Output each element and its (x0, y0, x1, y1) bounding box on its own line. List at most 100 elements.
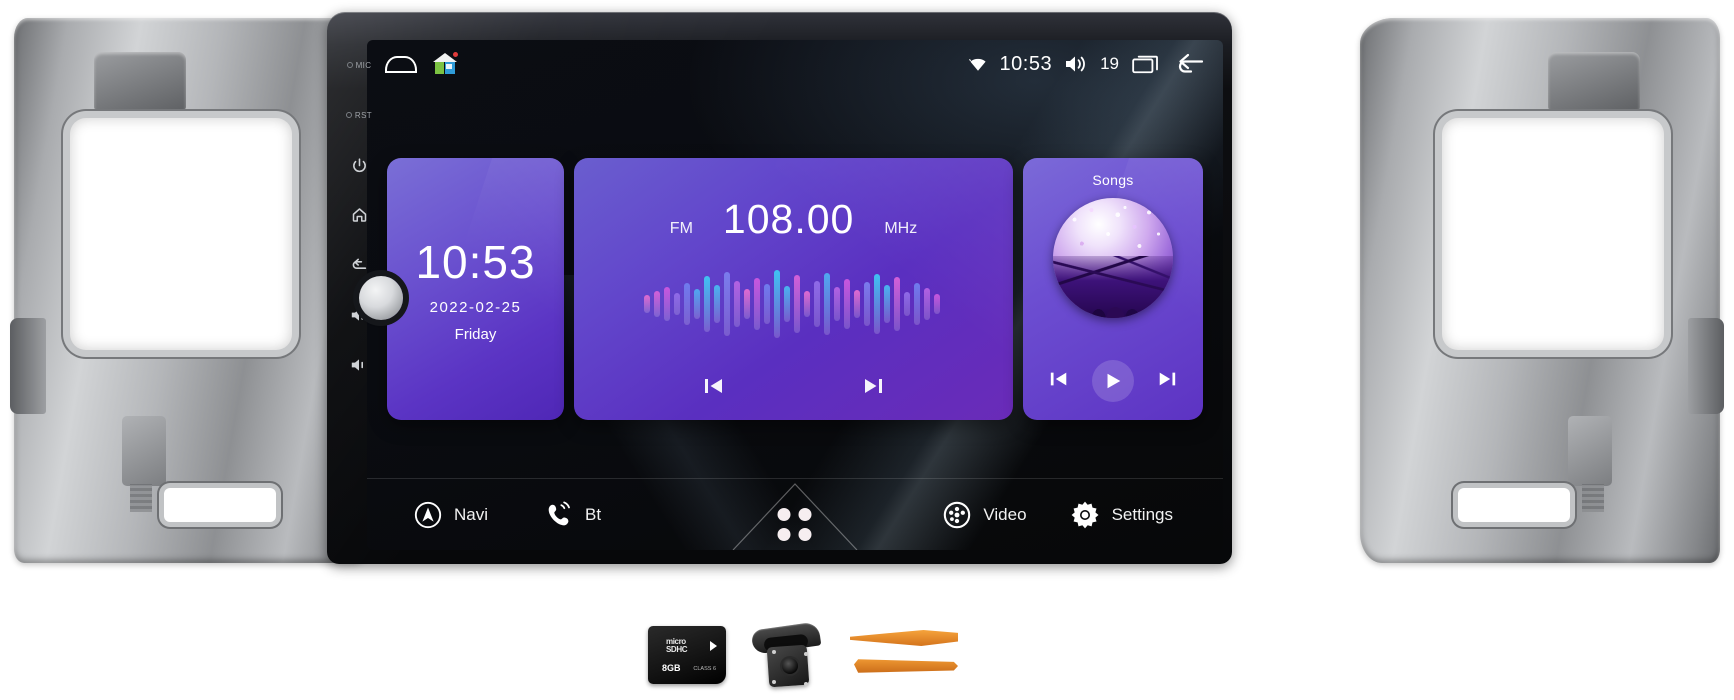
fascia-left-clip-bottom (122, 416, 166, 486)
fascia-right-vent-opening (1442, 118, 1664, 350)
skip-next-icon (1159, 372, 1176, 385)
bezel-mic-label: MIC (355, 60, 372, 70)
equalizer-bar (843, 279, 850, 329)
microsd-class: CLASS 6 (693, 666, 716, 672)
radio-widget[interactable]: FM 108.00 MHz (574, 158, 1013, 420)
recent-apps-icon[interactable] (1131, 53, 1161, 75)
bezel-key-home[interactable] (336, 190, 382, 240)
fascia-right-clip-top (1548, 52, 1640, 110)
equalizer-bar (893, 277, 900, 331)
play-icon (1107, 373, 1121, 389)
fascia-right-texture (1582, 484, 1604, 512)
bezel-key-volume-down[interactable] (336, 340, 382, 390)
equalizer-bar (693, 289, 700, 319)
fascia-right-slot-opening (1458, 488, 1570, 522)
equalizer-bar (653, 291, 660, 317)
fascia-left-clip-top (94, 52, 186, 110)
microsd-card: micro SDHC 8GB CLASS 6 (648, 626, 726, 684)
fascia-left-texture (130, 484, 152, 512)
equalizer-bar (913, 283, 920, 325)
home-trapezoid-icon[interactable] (385, 55, 417, 73)
app-drawer-button[interactable] (732, 478, 858, 550)
radio-frequency: 108.00 (722, 196, 855, 242)
bezel-key-reset[interactable]: RST (336, 90, 382, 140)
dock-item-settings[interactable]: Settings (1069, 499, 1173, 531)
home-icon (352, 208, 366, 222)
dock-item-navi[interactable]: Navi (413, 500, 488, 530)
mini-house-icon[interactable] (433, 52, 458, 75)
pry-tools (850, 628, 962, 684)
volume-icon[interactable] (1064, 54, 1088, 74)
skip-previous-icon (1050, 372, 1067, 385)
microsd-capacity: 8GB (662, 663, 681, 673)
equalizer-bar (703, 276, 710, 332)
status-time: 10:53 (999, 52, 1053, 75)
dock-item-video[interactable]: Video (942, 499, 1027, 531)
bezel-key-mic[interactable]: MIC (336, 40, 382, 90)
dock-label-bt: Bt (585, 504, 602, 524)
gear-icon (1071, 501, 1099, 528)
equalizer-bar (823, 273, 830, 335)
songs-prev-button[interactable] (1048, 369, 1070, 394)
equalizer-bar (773, 270, 780, 338)
bezel-reset-label: RST (354, 110, 373, 120)
equalizer-bar (763, 284, 770, 324)
film-reel-icon (944, 501, 971, 528)
power-icon (352, 157, 366, 172)
pry-tool-lower (854, 659, 958, 673)
equalizer-bar (723, 272, 730, 336)
equalizer-bar (803, 291, 810, 317)
reset-dot-icon (345, 112, 352, 118)
volume-knob[interactable] (359, 276, 403, 320)
app-drawer-dots-icon (777, 508, 813, 541)
radio-prev-button[interactable] (702, 375, 726, 402)
fascia-left-slot-opening (164, 488, 276, 522)
clock-widget[interactable]: 10:53 2022-02-25 Friday (387, 158, 564, 420)
equalizer-bar (873, 274, 880, 334)
equalizer-bar (783, 286, 790, 322)
bezel-key-power[interactable] (336, 140, 382, 190)
widget-row: 10:53 2022-02-25 Friday FM 108.00 MHz So… (367, 158, 1223, 420)
fascia-right-clip-bottom (1568, 416, 1612, 486)
radio-next-button[interactable] (861, 375, 885, 402)
dock-item-bt[interactable]: Bt (544, 500, 601, 530)
equalizer-bar (863, 282, 870, 326)
fascia-left-vent-opening (70, 118, 292, 350)
songs-widget-title: Songs (1092, 172, 1134, 188)
radio-equalizer (643, 258, 944, 350)
fascia-right-clip-side (1688, 318, 1724, 414)
equalizer-bar (663, 287, 670, 321)
microsd-arrow-icon (710, 641, 717, 651)
included-accessories: micro SDHC 8GB CLASS 6 (640, 620, 970, 692)
songs-play-button[interactable] (1092, 360, 1134, 402)
dash-fascia-right (1360, 18, 1724, 563)
back-arrow-icon[interactable] (1173, 53, 1205, 75)
compass-navigation-icon (414, 501, 442, 528)
phone-bluetooth-icon (548, 501, 570, 525)
fascia-left-clip-side (10, 318, 46, 414)
equalizer-bar (643, 295, 650, 313)
microsd-type-line: SDHC (666, 645, 688, 654)
equalizer-bar (903, 292, 910, 316)
back-arrow-icon (352, 258, 367, 269)
clock-widget-time: 10:53 (415, 236, 536, 288)
status-bar: 10:53 19 (367, 40, 1223, 88)
touchscreen[interactable]: 10:53 19 10:53 2022-02-25 Friday FM 108.… (367, 40, 1223, 550)
equalizer-bar (923, 288, 930, 320)
dock-label-settings: Settings (1111, 504, 1173, 524)
album-art[interactable] (1053, 198, 1173, 318)
equalizer-bar (683, 283, 690, 325)
product-photo: MIC RST 10:53 19 10:53 2022-02-25 Friday… (0, 0, 1734, 700)
dock-label-navi: Navi (454, 504, 489, 524)
equalizer-bar (743, 289, 750, 319)
dash-fascia-left (10, 18, 374, 563)
mic-dot-icon (346, 62, 353, 68)
equalizer-bar (753, 278, 760, 330)
wifi-icon (968, 58, 986, 71)
clock-widget-date: 2022-02-25 (429, 299, 522, 316)
songs-widget[interactable]: Songs (1023, 158, 1203, 420)
pry-tool-upper (850, 630, 958, 646)
clock-widget-weekday: Friday (454, 326, 497, 343)
rear-view-camera (750, 621, 822, 688)
songs-next-button[interactable] (1156, 369, 1178, 394)
